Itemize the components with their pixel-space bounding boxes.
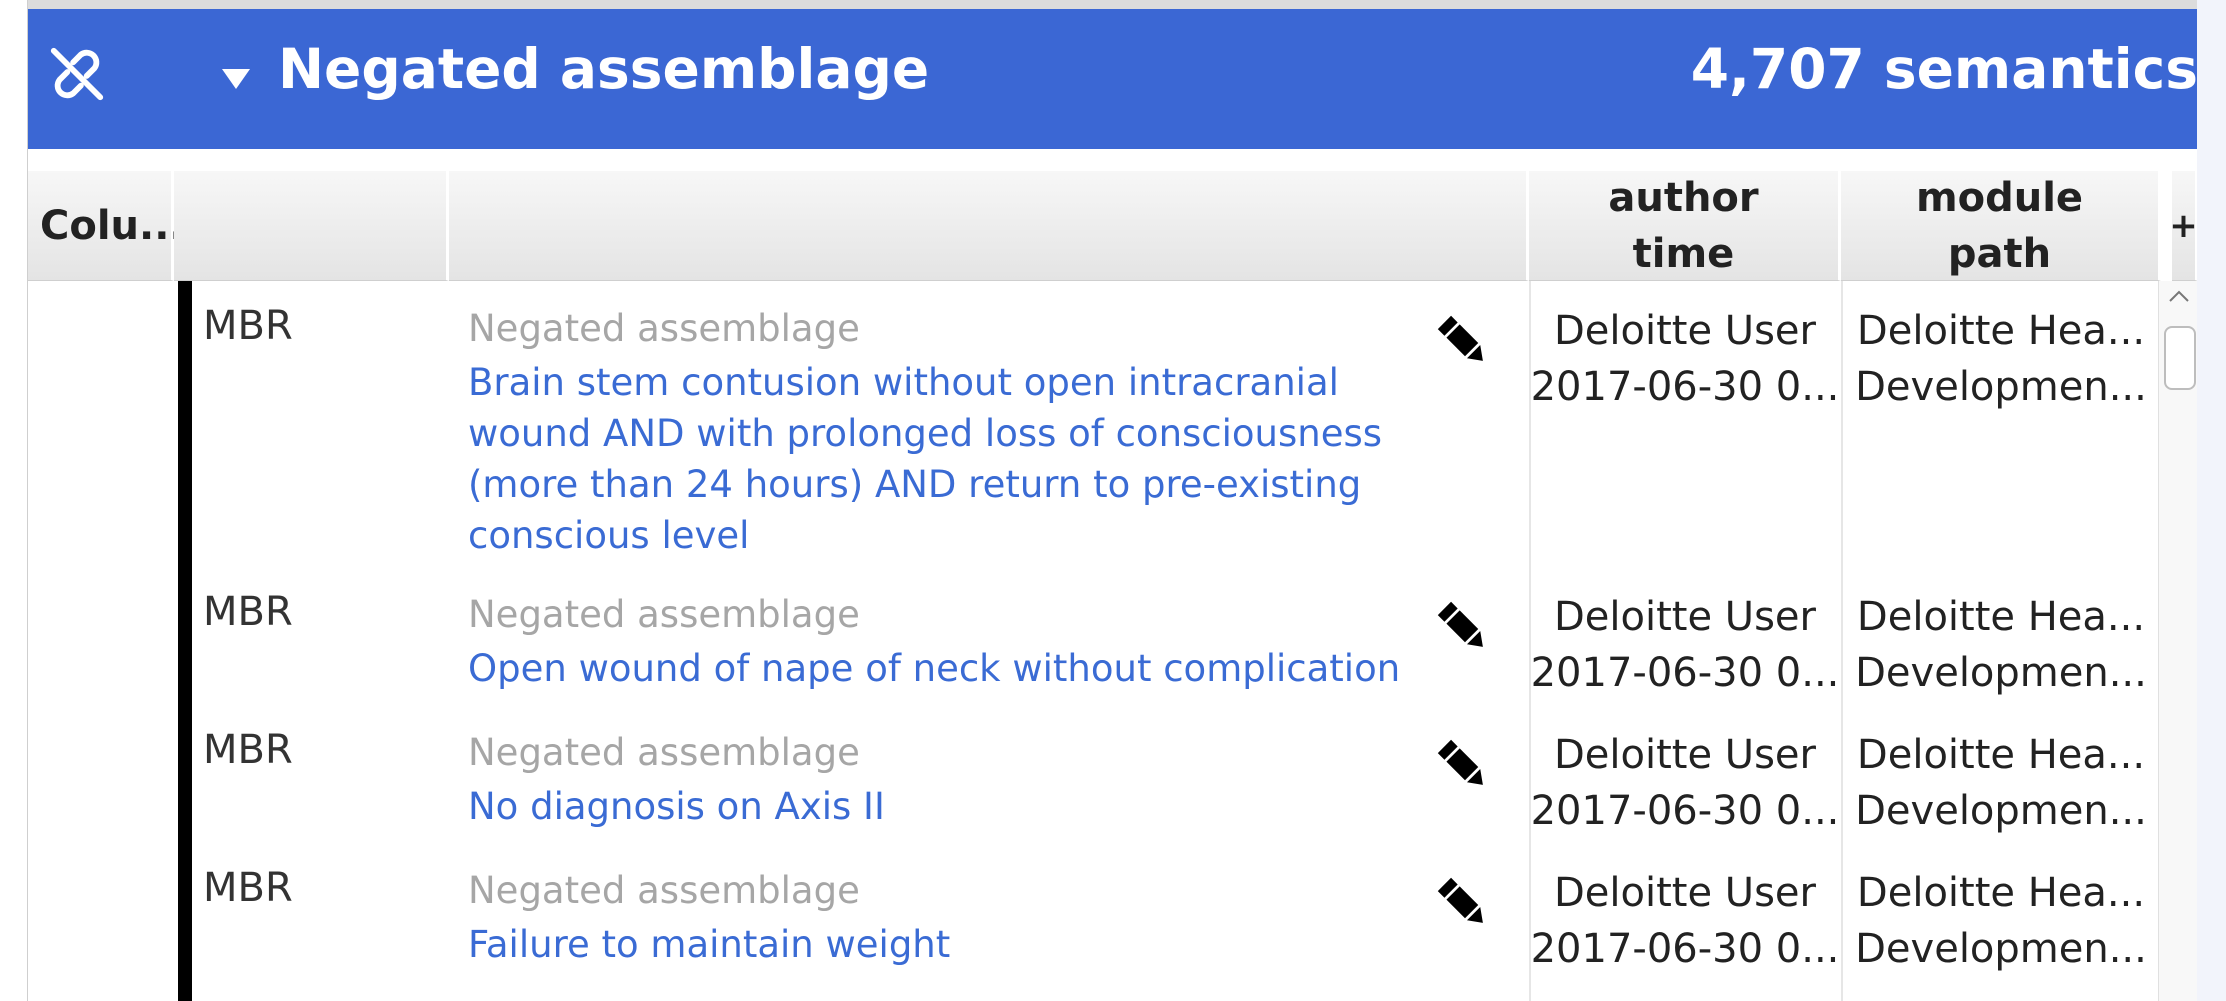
row-module: Deloitte Hea... [1856, 732, 2146, 778]
add-column-button[interactable]: + [2169, 171, 2198, 281]
row-type: MBR [203, 865, 293, 911]
semantics-table-body: MBR Negated assemblage Brain stem contus… [28, 281, 2199, 1001]
semantic-panel: Negated assemblage 4,707 semantics Colu.… [27, 0, 2199, 1001]
row-assemblage-kind: Negated assemblage [468, 869, 860, 912]
row-path: Developmen... [1855, 650, 2147, 696]
column-header-concept[interactable] [449, 171, 1529, 281]
row-concept-link[interactable]: Open wound of nape of neck without compl… [468, 643, 1428, 694]
semantics-count: 4,707 semantics [1690, 37, 2198, 101]
pencil-icon[interactable] [1433, 311, 1493, 371]
column-header-author-time[interactable]: author time [1529, 171, 1841, 281]
column-header-type[interactable] [174, 171, 449, 281]
column-header-module-path[interactable]: module path [1841, 171, 2161, 281]
panel-title: Negated assemblage [278, 37, 930, 101]
row-author: Deloitte User [1554, 870, 1816, 916]
row-author-time: Deloitte User 2017-06-30 0... [1529, 303, 1841, 415]
pencil-icon[interactable] [1433, 735, 1493, 795]
row-type: MBR [203, 589, 293, 635]
pencil-icon[interactable] [1433, 597, 1493, 657]
row-status-bar [178, 281, 192, 1001]
row-path: Developmen... [1855, 926, 2147, 972]
pencil-icon[interactable] [1433, 873, 1493, 933]
row-module: Deloitte Hea... [1856, 308, 2146, 354]
link-off-icon[interactable] [46, 43, 108, 105]
row-concept-link[interactable]: No diagnosis on Axis II [468, 781, 1428, 832]
row-module-path: Deloitte Hea... Developmen... [1841, 589, 2161, 701]
row-module: Deloitte Hea... [1856, 870, 2146, 916]
row-author-time: Deloitte User 2017-06-30 0... [1529, 589, 1841, 701]
scroll-up-icon[interactable] [2167, 287, 2191, 305]
column-header-time-label: time [1632, 230, 1735, 277]
panel-header: Negated assemblage 4,707 semantics [28, 9, 2198, 149]
row-type: MBR [203, 727, 293, 773]
row-concept-link[interactable]: Failure to maintain weight [468, 919, 1428, 970]
row-path: Developmen... [1855, 788, 2147, 834]
column-header-author-label: author [1608, 174, 1759, 221]
row-assemblage-kind: Negated assemblage [468, 307, 860, 350]
row-time: 2017-06-30 0... [1530, 364, 1840, 410]
row-time: 2017-06-30 0... [1530, 788, 1840, 834]
row-type: MBR [203, 303, 293, 349]
scrollbar-thumb[interactable] [2164, 326, 2196, 390]
row-author-time: Deloitte User 2017-06-30 0... [1529, 865, 1841, 977]
row-module-path: Deloitte Hea... Developmen... [1841, 865, 2161, 977]
row-assemblage-kind: Negated assemblage [468, 593, 860, 636]
row-author: Deloitte User [1554, 594, 1816, 640]
row-assemblage-kind: Negated assemblage [468, 731, 860, 774]
row-author-time: Deloitte User 2017-06-30 0... [1529, 727, 1841, 839]
vertical-scrollbar[interactable] [2158, 281, 2199, 1001]
row-author: Deloitte User [1554, 732, 1816, 778]
row-module: Deloitte Hea... [1856, 594, 2146, 640]
column-header-module-label: module [1915, 174, 2084, 221]
header-spacer [28, 149, 2198, 171]
row-module-path: Deloitte Hea... Developmen... [1841, 303, 2161, 415]
row-author: Deloitte User [1554, 308, 1816, 354]
row-time: 2017-06-30 0... [1530, 650, 1840, 696]
row-concept-link[interactable]: Brain stem contusion without open intrac… [468, 357, 1428, 561]
column-header-path-label: path [1947, 230, 2052, 277]
column-header-colu[interactable]: Colu... [28, 171, 185, 281]
window-edge [2197, 0, 2226, 1001]
row-path: Developmen... [1855, 364, 2147, 410]
row-module-path: Deloitte Hea... Developmen... [1841, 727, 2161, 839]
row-time: 2017-06-30 0... [1530, 926, 1840, 972]
caret-down-icon[interactable] [222, 69, 250, 89]
top-border [28, 0, 2198, 9]
